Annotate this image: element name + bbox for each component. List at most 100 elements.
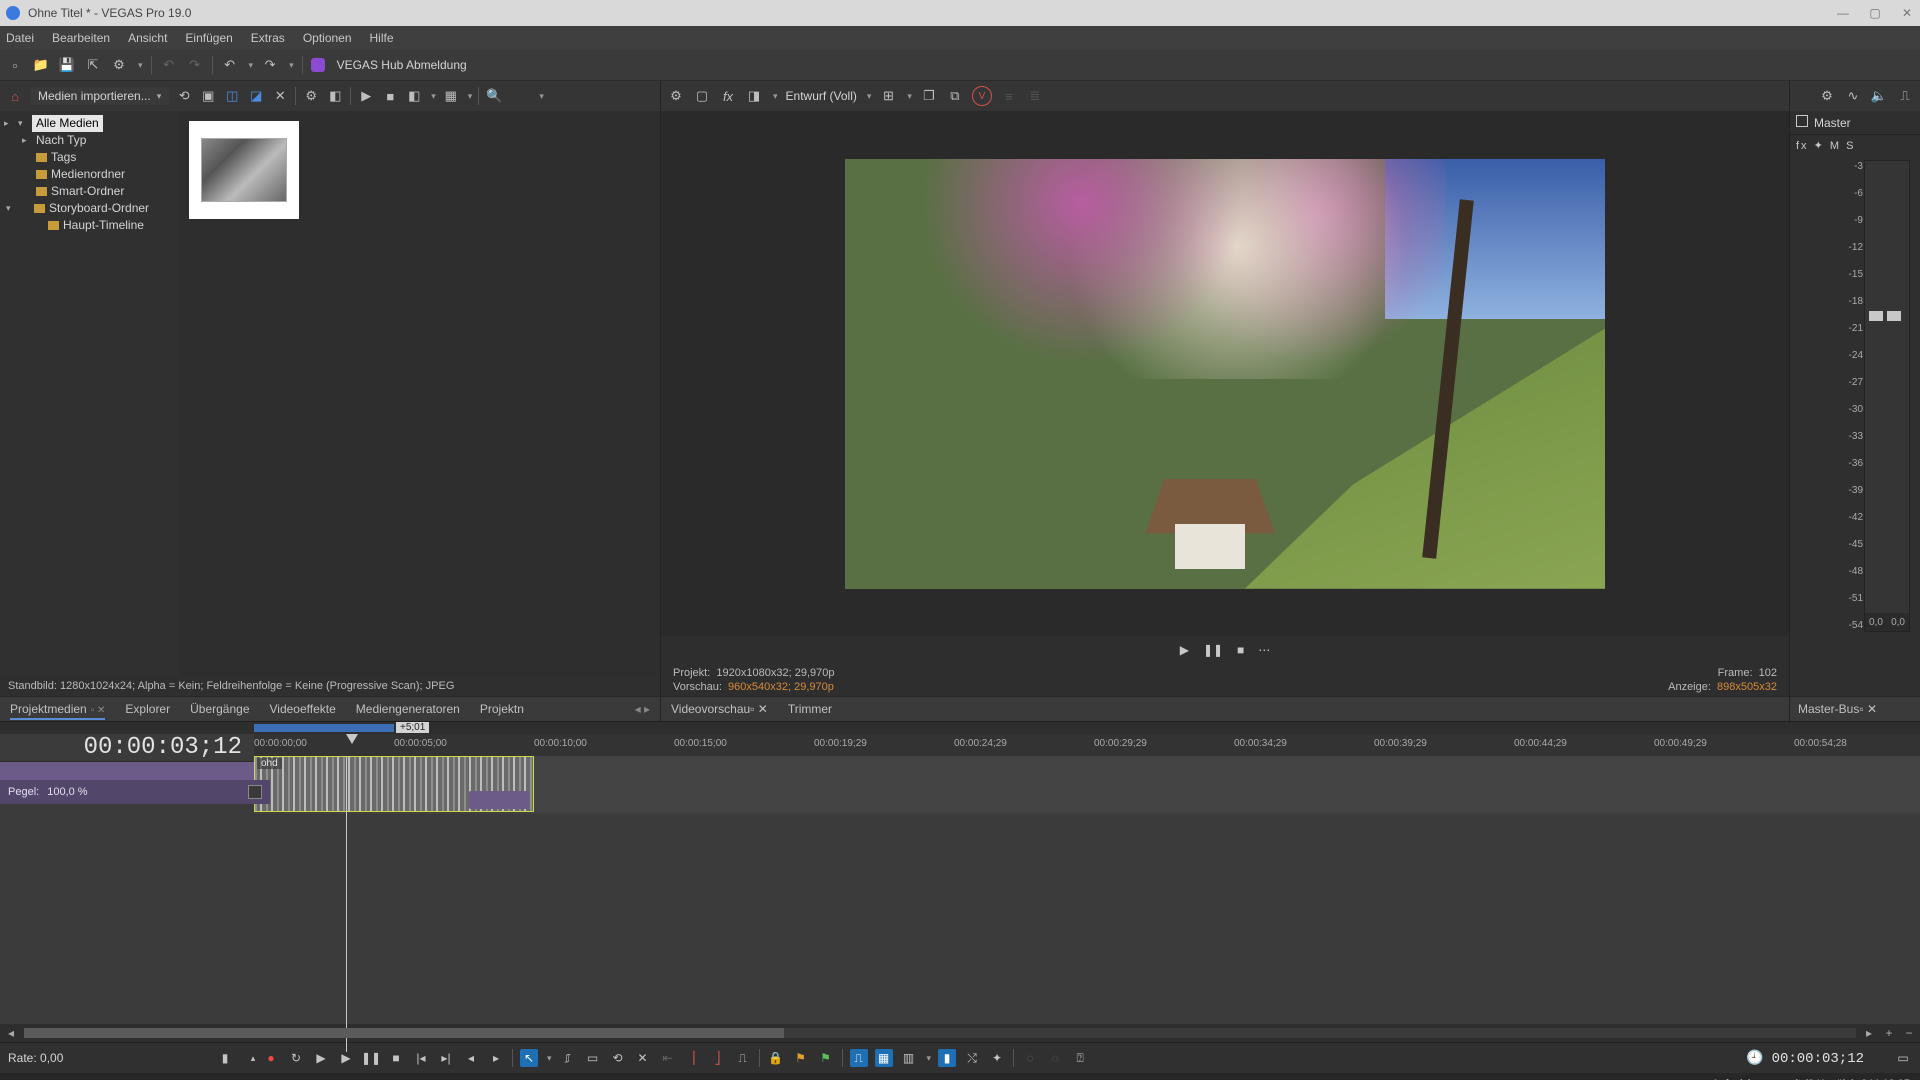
scopes2-icon[interactable]: ≣ <box>1026 87 1044 105</box>
downmix-icon[interactable]: 🔈 <box>1870 87 1888 105</box>
menu-extras[interactable]: Extras <box>251 31 285 45</box>
auto-ripple-icon[interactable]: ⟲ <box>609 1049 627 1067</box>
media-fx-icon[interactable]: ◫ <box>223 87 241 105</box>
scroll-left-icon[interactable]: ◂ <box>4 1026 18 1040</box>
undo-icon[interactable]: ↶ <box>160 56 178 74</box>
trim-left-icon[interactable]: ⇤ <box>659 1049 677 1067</box>
tree-root[interactable]: Alle Medien <box>32 115 103 132</box>
maximize-button[interactable]: ▢ <box>1868 6 1882 20</box>
video-clip[interactable]: ohd <box>254 756 534 812</box>
timeline-empty[interactable] <box>0 780 1920 1024</box>
properties-icon[interactable]: ⚙ <box>110 56 128 74</box>
loop-region-bar[interactable]: +5;01 <box>0 722 1920 734</box>
more-icon[interactable]: ⋯ <box>1258 643 1270 657</box>
stop-icon[interactable]: ■ <box>1237 643 1244 657</box>
snap-enable-icon[interactable]: ⎍ <box>850 1049 868 1067</box>
timeline-tracks[interactable]: 00:00:00;0000:00:05;0000:00:10;0000:00:1… <box>254 734 1920 814</box>
tree-tags[interactable]: Tags <box>51 149 76 166</box>
marker-icon[interactable]: ⚑ <box>792 1049 810 1067</box>
region-icon[interactable]: ⚑ <box>817 1049 835 1067</box>
loop-region[interactable] <box>254 724 394 732</box>
tab-videoeffekte[interactable]: Videoeffekte <box>270 699 336 719</box>
go-end-button[interactable]: ▸| <box>437 1049 455 1067</box>
mixer-props-icon[interactable]: ⚙ <box>1818 87 1836 105</box>
tree-nach-typ[interactable]: Nach Typ <box>36 132 86 149</box>
tab-mediengeneratoren[interactable]: Mediengeneratoren <box>356 699 460 719</box>
snap-markers-icon[interactable]: ▮ <box>938 1049 956 1067</box>
external-icon[interactable]: ▢ <box>693 87 711 105</box>
tab-master-bus[interactable]: Master-Bus▫ ✕ <box>1798 702 1877 716</box>
loop-button[interactable]: ↻ <box>287 1049 305 1067</box>
scopes-icon[interactable]: ≡ <box>1000 87 1018 105</box>
tree-smart-ordner[interactable]: Smart-Ordner <box>51 183 124 200</box>
menu-einfuegen[interactable]: Einfügen <box>185 31 232 45</box>
copy-snap-icon[interactable]: ❐ <box>920 87 938 105</box>
prev-frame-button[interactable]: ◂ <box>462 1049 480 1067</box>
split-icon[interactable]: ⎥ <box>684 1049 702 1067</box>
menu-datei[interactable]: Datei <box>6 31 34 45</box>
close-button[interactable]: ✕ <box>1900 6 1914 20</box>
open-icon[interactable]: 📁 <box>32 56 50 74</box>
fit-icon[interactable]: ▭ <box>1894 1049 1912 1067</box>
clip-fx-icon[interactable] <box>469 791 529 809</box>
cut-icon[interactable]: ✕ <box>634 1049 652 1067</box>
play-media-icon[interactable]: ▶ <box>357 87 375 105</box>
media-home-icon[interactable]: ⌂ <box>6 87 24 105</box>
autoplay-icon[interactable]: ◧ <box>405 87 423 105</box>
get-media-icon[interactable]: ▣ <box>199 87 217 105</box>
record-button[interactable]: ● <box>262 1049 280 1067</box>
transport-timecode[interactable]: 00:00:03;12 <box>1772 1051 1864 1067</box>
redo2-icon[interactable]: ↷ <box>261 56 279 74</box>
render-icon[interactable]: ⇱ <box>84 56 102 74</box>
menu-ansicht[interactable]: Ansicht <box>128 31 167 45</box>
zoom-out-icon[interactable]: − <box>1902 1026 1916 1040</box>
tab-videovorschau[interactable]: Videovorschau▫ ✕ <box>671 702 768 716</box>
scroll-thumb[interactable] <box>24 1028 784 1038</box>
video-fx-icon[interactable]: fx <box>719 87 737 105</box>
stop-media-icon[interactable]: ■ <box>381 87 399 105</box>
remove-icon[interactable]: ◪ <box>247 87 265 105</box>
split-icon[interactable]: ◨ <box>745 87 763 105</box>
tree-storyboard[interactable]: Storyboard-Ordner <box>49 200 149 217</box>
view-icon[interactable]: ▦ <box>442 87 460 105</box>
timeline-scrollbar[interactable]: ◂ ▸ + − <box>0 1024 1920 1042</box>
playhead[interactable] <box>346 734 358 744</box>
next-frame-button[interactable]: ▸ <box>487 1049 505 1067</box>
lock-icon[interactable]: 🔒 <box>767 1049 785 1067</box>
media-tree[interactable]: ▸▾Alle Medien ▸Nach Typ Tags Medienordne… <box>0 111 179 676</box>
pause-button[interactable]: ❚❚ <box>362 1049 380 1067</box>
remove2-icon[interactable]: ✕ <box>271 87 289 105</box>
faders-icon[interactable]: ⎍ <box>1896 87 1914 105</box>
marker-lock-icon[interactable]: ⎍ <box>734 1049 752 1067</box>
media-thumb[interactable] <box>189 121 299 219</box>
minimize-button[interactable]: — <box>1836 6 1850 20</box>
redo-icon[interactable]: ↷ <box>186 56 204 74</box>
tab-uebergaenge[interactable]: Übergänge <box>190 699 249 719</box>
timeline-ruler[interactable]: 00:00:00;0000:00:05;0000:00:10;0000:00:1… <box>254 734 1920 757</box>
snap-grid-icon[interactable]: ▥ <box>900 1049 918 1067</box>
overlays-icon[interactable]: ⊞ <box>879 87 897 105</box>
rate-reset-icon[interactable]: ▴ <box>244 1049 262 1067</box>
go-start-button[interactable]: |◂ <box>412 1049 430 1067</box>
scroll-right-icon[interactable]: ▸ <box>1862 1026 1876 1040</box>
media-gen-icon[interactable]: ◧ <box>326 87 344 105</box>
media-props-icon[interactable]: ⚙ <box>302 87 320 105</box>
crossfade-icon[interactable]: ⤭ <box>963 1049 981 1067</box>
preview-props-icon[interactable]: ⚙ <box>667 87 685 105</box>
auto-crossfade-icon[interactable]: ✦ <box>988 1049 1006 1067</box>
quantize-icon[interactable]: ▦ <box>875 1049 893 1067</box>
tab-trimmer[interactable]: Trimmer <box>788 702 832 716</box>
menu-hilfe[interactable]: Hilfe <box>370 31 394 45</box>
tab-projektnotizen[interactable]: Projektn <box>480 699 524 719</box>
tab-projektmedien[interactable]: Projektmedien▫ ✕ <box>10 699 105 719</box>
hub-label[interactable]: VEGAS Hub Abmeldung <box>337 58 467 72</box>
record-indicator-icon[interactable]: V <box>972 86 992 106</box>
save-icon[interactable]: 💾 <box>58 56 76 74</box>
stop-button[interactable]: ■ <box>387 1049 405 1067</box>
snap-icon[interactable]: ⎎ <box>559 1049 577 1067</box>
menu-optionen[interactable]: Optionen <box>303 31 352 45</box>
normal-edit-tool[interactable]: ↖ <box>520 1049 538 1067</box>
tree-haupt-timeline[interactable]: Haupt-Timeline <box>63 217 144 234</box>
preview-quality[interactable]: Entwurf (Voll) <box>786 89 857 103</box>
tab-explorer[interactable]: Explorer <box>125 699 170 719</box>
